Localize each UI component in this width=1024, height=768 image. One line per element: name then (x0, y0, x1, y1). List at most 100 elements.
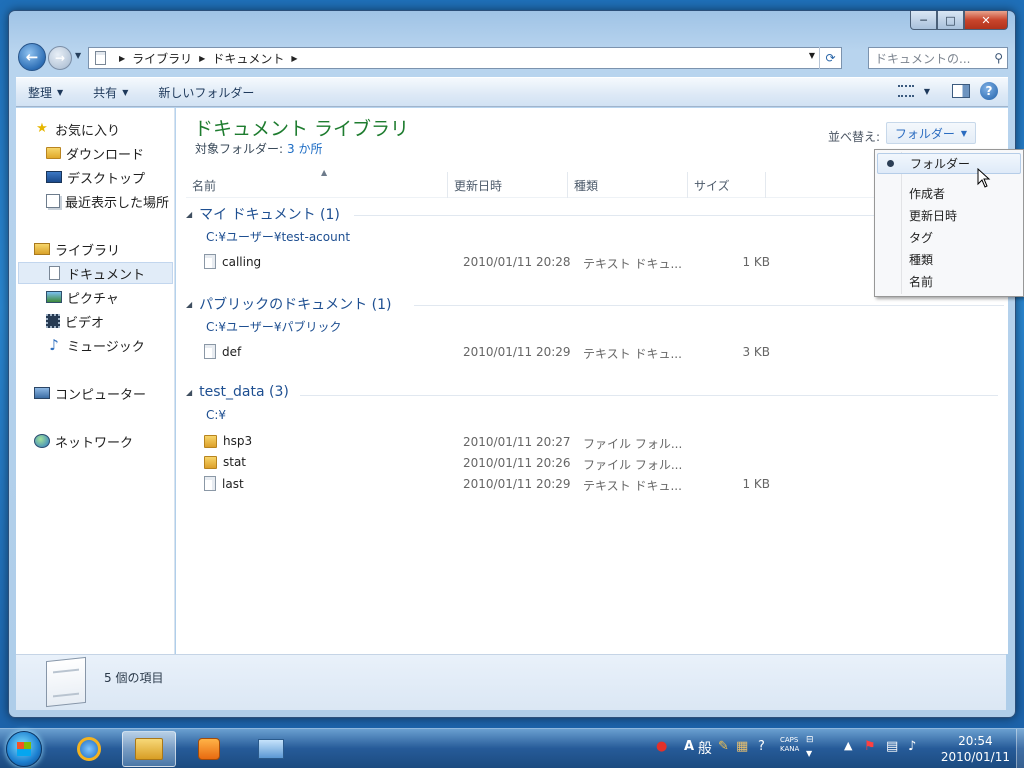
nav-pictures-label: ピクチャ (67, 291, 119, 307)
recent-places-icon (46, 194, 60, 208)
recent-pages-dropdown[interactable]: ▼ (75, 51, 81, 60)
breadcrumb-separator-icon[interactable]: ▶ (119, 54, 125, 63)
sort-by-dropdown[interactable]: フォルダー ▼ (886, 122, 976, 144)
sort-menu-item-folder[interactable]: フォルダー (877, 153, 1021, 174)
nav-network[interactable]: ネットワーク (34, 430, 191, 452)
preview-pane-icon[interactable] (952, 84, 970, 98)
sort-menu-item-tags[interactable]: タグ (877, 227, 1021, 248)
folder-icon (204, 434, 217, 448)
file-row[interactable]: calling 2010/01/11 20:28 テキスト ドキュ... 1 K… (186, 252, 986, 272)
collapse-triangle-icon[interactable]: ◢ (186, 300, 192, 309)
start-button[interactable] (6, 731, 42, 767)
file-name: calling (222, 254, 262, 269)
menu-item-label: 名前 (909, 275, 934, 289)
show-desktop-button[interactable] (1016, 729, 1024, 768)
folder-row[interactable]: stat 2010/01/11 20:26 ファイル フォル... (186, 453, 986, 473)
file-size: 3 KB (742, 345, 770, 359)
locations-link[interactable]: 3 か所 (287, 142, 322, 156)
menu-item-label: フォルダー (910, 157, 971, 171)
share-button[interactable]: 共有 ▼ (81, 84, 140, 101)
column-type[interactable]: 種類 (568, 172, 688, 198)
breadcrumb-libraries[interactable]: ライブラリ (132, 50, 192, 67)
column-name[interactable]: 名前 (186, 172, 448, 198)
organize-button[interactable]: 整理 ▼ (16, 84, 75, 101)
close-button[interactable]: ✕ (964, 11, 1008, 30)
library-icon (34, 243, 50, 255)
new-folder-button[interactable]: 新しいフォルダー (146, 84, 266, 101)
breadcrumb-separator-icon[interactable]: ▶ (291, 54, 297, 63)
clock[interactable]: 20:54 2010/01/11 (941, 733, 1010, 765)
file-type: ファイル フォル... (583, 458, 683, 472)
search-input[interactable]: ドキュメントの... ⚲ (868, 47, 1008, 69)
library-title: ドキュメント ライブラリ (194, 118, 410, 140)
nav-computer[interactable]: コンピューター (34, 382, 191, 404)
ime-tool-icon[interactable]: ✎ (718, 739, 729, 754)
address-bar[interactable]: ▶ ライブラリ ▶ ドキュメント ▶ ▼ ⟳ (88, 47, 842, 69)
file-row[interactable]: last 2010/01/11 20:29 テキスト ドキュ... 1 KB (186, 474, 986, 494)
nav-libraries[interactable]: ライブラリ (34, 238, 191, 260)
pictures-icon (46, 291, 62, 303)
nav-computer-label: コンピューター (55, 387, 147, 403)
ime-help-icon[interactable]: ? (758, 739, 765, 754)
refresh-button[interactable]: ⟳ (819, 47, 841, 69)
forward-button[interactable]: → (48, 46, 72, 70)
ime-options-icon[interactable]: ⊟ (806, 735, 814, 745)
network-status-icon[interactable]: ▤ (886, 739, 898, 754)
maximize-button[interactable]: □ (937, 11, 964, 30)
column-modified[interactable]: 更新日時 (448, 172, 568, 198)
collapse-triangle-icon[interactable]: ◢ (186, 388, 192, 397)
action-center-icon[interactable]: ⚑ (864, 739, 876, 754)
star-icon: ★ (36, 121, 48, 136)
menu-item-label: 種類 (909, 253, 934, 267)
sort-menu-item-author[interactable]: 作成者 (877, 183, 1021, 204)
taskbar-explorer[interactable] (122, 731, 176, 767)
ime-input-mode[interactable]: A (684, 739, 694, 754)
column-name-label: 名前 (192, 178, 217, 193)
sort-menu-item-name[interactable]: 名前 (877, 271, 1021, 292)
back-button[interactable]: ← (18, 43, 46, 71)
ime-conversion-mode[interactable]: 般 (698, 738, 712, 758)
taskbar-ie[interactable] (62, 731, 116, 767)
chevron-down-icon[interactable]: ▼ (924, 87, 930, 96)
show-hidden-icons-button[interactable]: ▲ (844, 739, 852, 752)
details-pane: 5 個の項目 (16, 654, 1006, 710)
nav-favorites[interactable]: ★ お気に入り (34, 118, 191, 140)
group-divider (414, 305, 1004, 306)
file-row[interactable]: def 2010/01/11 20:29 テキスト ドキュ... 3 KB (186, 342, 986, 362)
taskbar-remote-desktop[interactable] (244, 731, 298, 767)
collapse-triangle-icon[interactable]: ◢ (186, 210, 192, 219)
ime-pad-icon[interactable]: ● (656, 739, 667, 754)
column-size[interactable]: サイズ (688, 172, 766, 198)
ime-dictionary-icon[interactable]: ▦ (736, 739, 748, 754)
music-note-icon: ♪ (49, 336, 59, 354)
breadcrumb-documents[interactable]: ドキュメント (212, 50, 284, 67)
volume-icon[interactable]: ♪ (908, 739, 916, 754)
internet-explorer-icon (77, 737, 101, 761)
group-header[interactable]: ◢ マイ ドキュメント (1) (186, 204, 340, 224)
network-icon (34, 434, 50, 448)
nav-documents[interactable]: ドキュメント (18, 262, 173, 284)
refresh-icon: ⟳ (825, 51, 836, 65)
folder-icon (204, 455, 217, 469)
folder-row[interactable]: hsp3 2010/01/11 20:27 ファイル フォル... (186, 432, 986, 452)
ime-expand-icon[interactable]: ▼ (806, 749, 812, 758)
change-view-icon[interactable] (897, 85, 914, 97)
sort-menu-item-type[interactable]: 種類 (877, 249, 1021, 270)
group-header[interactable]: ◢ test_data (3) (186, 384, 289, 400)
desktop-icon (46, 171, 62, 183)
search-placeholder: ドキュメントの... (875, 51, 971, 66)
chevron-down-icon: ▼ (57, 87, 64, 97)
taskbar-media-player[interactable] (182, 731, 236, 767)
sort-menu-item-modified[interactable]: 更新日時 (877, 205, 1021, 226)
file-date: 2010/01/11 20:29 (463, 345, 571, 359)
file-date: 2010/01/11 20:28 (463, 255, 571, 269)
address-history-dropdown-icon[interactable]: ▼ (809, 51, 815, 60)
folder-explorer-icon (135, 738, 163, 760)
group-header[interactable]: ◢ パブリックのドキュメント (1) (186, 294, 391, 314)
minimize-button[interactable]: ─ (910, 11, 937, 30)
help-icon[interactable]: ? (980, 82, 998, 100)
breadcrumb-separator-icon[interactable]: ▶ (199, 54, 205, 63)
search-icon[interactable]: ⚲ (994, 51, 1003, 65)
file-type: テキスト ドキュ... (583, 347, 682, 361)
column-size-label: サイズ (694, 178, 730, 193)
